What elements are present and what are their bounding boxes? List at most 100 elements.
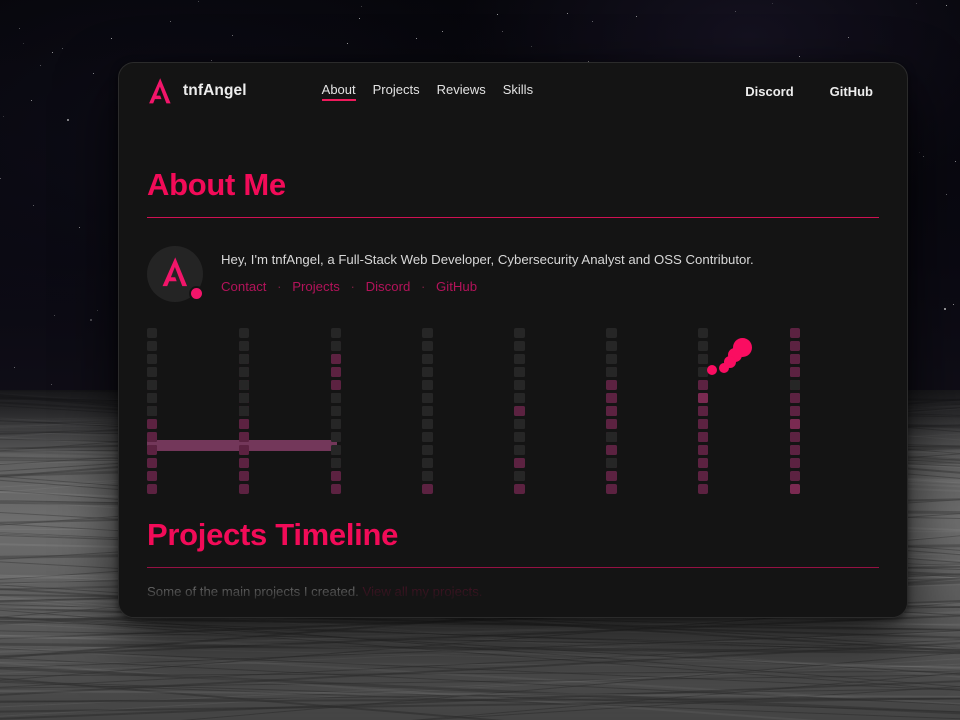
contribution-cell[interactable] [422, 405, 433, 417]
contribution-cell[interactable] [238, 457, 250, 469]
contribution-cell[interactable] [422, 444, 433, 456]
contribution-cell[interactable] [422, 340, 433, 352]
contribution-cell[interactable] [606, 366, 617, 378]
contribution-cell[interactable] [330, 457, 342, 469]
contribution-cell[interactable] [330, 353, 342, 365]
contribution-cell[interactable] [697, 418, 709, 430]
contribution-graph[interactable] [147, 328, 879, 495]
profile-link-projects[interactable]: Projects [292, 279, 340, 294]
contribution-cell[interactable] [789, 340, 801, 352]
contribution-cell[interactable] [514, 444, 525, 456]
contribution-cell[interactable] [789, 379, 801, 391]
contribution-cell[interactable] [422, 379, 433, 391]
contribution-cell[interactable] [330, 483, 342, 495]
contribution-cell[interactable] [422, 457, 433, 469]
contribution-cell[interactable] [514, 431, 525, 443]
contribution-cell[interactable] [330, 379, 342, 391]
contribution-cell[interactable] [238, 444, 250, 456]
contribution-cell[interactable] [606, 483, 617, 495]
contribution-cell[interactable] [238, 483, 250, 495]
contribution-cell[interactable] [697, 340, 709, 352]
contribution-cell[interactable] [789, 392, 801, 404]
contribution-cell[interactable] [606, 431, 617, 443]
contribution-cell[interactable] [606, 340, 617, 352]
contribution-cell[interactable] [514, 392, 525, 404]
contribution-cell[interactable] [422, 328, 433, 339]
contribution-cell[interactable] [789, 366, 801, 378]
contribution-cell[interactable] [422, 483, 433, 495]
view-all-projects-link[interactable]: View all my projects. [363, 584, 483, 599]
contribution-cell[interactable] [238, 418, 250, 430]
social-link-github[interactable]: GitHub [830, 84, 873, 99]
contribution-cell[interactable] [606, 444, 617, 456]
contribution-cell[interactable] [238, 379, 250, 391]
profile-link-github[interactable]: GitHub [436, 279, 477, 294]
contribution-cell[interactable] [514, 366, 525, 378]
contribution-cell[interactable] [697, 444, 709, 456]
contribution-cell[interactable] [147, 340, 158, 352]
contribution-cell[interactable] [606, 328, 617, 339]
nav-item-projects[interactable]: Projects [373, 82, 420, 101]
contribution-cell[interactable] [422, 353, 433, 365]
contribution-cell[interactable] [330, 366, 342, 378]
contribution-cell[interactable] [789, 328, 801, 339]
contribution-cell[interactable] [238, 353, 250, 365]
contribution-cell[interactable] [330, 340, 342, 352]
contribution-cell[interactable] [147, 483, 158, 495]
contribution-cell[interactable] [789, 431, 801, 443]
contribution-cell[interactable] [789, 470, 801, 482]
contribution-cell[interactable] [697, 431, 709, 443]
contribution-cell[interactable] [789, 444, 801, 456]
contribution-cell[interactable] [697, 457, 709, 469]
contribution-cell[interactable] [238, 405, 250, 417]
contribution-cell[interactable] [422, 366, 433, 378]
contribution-cell[interactable] [606, 392, 617, 404]
contribution-cell[interactable] [789, 418, 801, 430]
brand[interactable]: tnfAngel [147, 77, 247, 105]
contribution-cell[interactable] [147, 431, 158, 443]
contribution-cell[interactable] [147, 405, 158, 417]
contribution-cell[interactable] [330, 444, 342, 456]
contribution-cell[interactable] [606, 379, 617, 391]
contribution-cell[interactable] [606, 418, 617, 430]
contribution-cell[interactable] [330, 470, 342, 482]
contribution-cell[interactable] [147, 444, 158, 456]
nav-item-reviews[interactable]: Reviews [437, 82, 486, 101]
contribution-cell[interactable] [514, 418, 525, 430]
contribution-cell[interactable] [606, 470, 617, 482]
contribution-cell[interactable] [514, 405, 525, 417]
contribution-cell[interactable] [147, 392, 158, 404]
contribution-cell[interactable] [147, 366, 158, 378]
contribution-cell[interactable] [238, 431, 250, 443]
contribution-cell[interactable] [514, 353, 525, 365]
contribution-cell[interactable] [606, 405, 617, 417]
contribution-cell[interactable] [697, 405, 709, 417]
avatar[interactable] [147, 246, 204, 302]
contribution-cell[interactable] [147, 457, 158, 469]
contribution-cell[interactable] [606, 353, 617, 365]
contribution-cell[interactable] [789, 405, 801, 417]
contribution-cell[interactable] [697, 470, 709, 482]
profile-link-discord[interactable]: Discord [366, 279, 411, 294]
contribution-cell[interactable] [789, 353, 801, 365]
contribution-cell[interactable] [514, 483, 525, 495]
contribution-cell[interactable] [514, 340, 525, 352]
contribution-cell[interactable] [238, 470, 250, 482]
contribution-cell[interactable] [238, 340, 250, 352]
contribution-cell[interactable] [147, 328, 158, 339]
profile-link-contact[interactable]: Contact [221, 279, 266, 294]
contribution-cell[interactable] [514, 379, 525, 391]
contribution-cell[interactable] [330, 418, 342, 430]
contribution-cell[interactable] [422, 418, 433, 430]
nav-item-skills[interactable]: Skills [503, 82, 533, 101]
contribution-cell[interactable] [238, 392, 250, 404]
contribution-cell[interactable] [330, 328, 342, 339]
contribution-cell[interactable] [238, 366, 250, 378]
contribution-cell[interactable] [422, 431, 433, 443]
contribution-cell[interactable] [422, 392, 433, 404]
contribution-cell[interactable] [514, 328, 525, 339]
contribution-cell[interactable] [330, 405, 342, 417]
contribution-cell[interactable] [789, 457, 801, 469]
contribution-cell[interactable] [697, 379, 709, 391]
contribution-cell[interactable] [697, 353, 709, 365]
